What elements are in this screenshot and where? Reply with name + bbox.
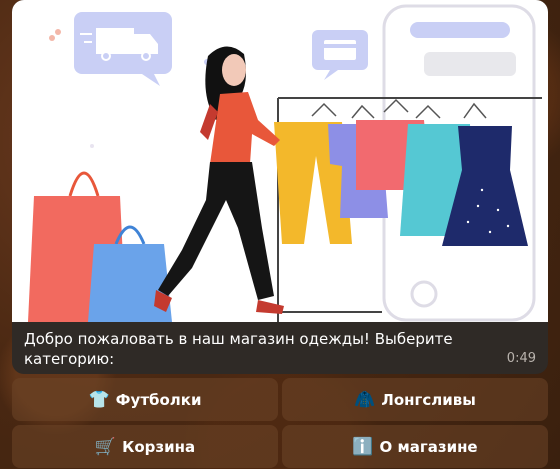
tshirt-icon: 👕 (88, 389, 110, 410)
message-bubble: Добро пожаловать в наш магазин одежды! В… (12, 0, 548, 374)
cart-button[interactable]: 🛒 Корзина (12, 425, 278, 468)
message-timestamp: 0:49 (506, 351, 536, 366)
longsleeves-button[interactable]: 🧥 Лонгсливы (282, 378, 548, 421)
woman-shopper (154, 46, 284, 314)
about-store-button-label: О магазине (379, 437, 478, 456)
coat-icon: 🧥 (354, 389, 376, 410)
delivery-truck-icon (74, 12, 172, 86)
longsleeves-button-label: Лонгсливы (381, 390, 476, 409)
tshirts-button-label: Футболки (115, 390, 202, 409)
message-text: Добро пожаловать в наш магазин одежды! В… (24, 330, 453, 368)
cart-button-label: Корзина (122, 437, 196, 456)
info-icon: ℹ️ (352, 436, 374, 457)
tshirts-button[interactable]: 👕 Футболки (12, 378, 278, 421)
shopping-cart-icon: 🛒 (94, 436, 117, 457)
credit-card-icon (312, 30, 368, 80)
shopping-bags (28, 171, 172, 322)
message-photo[interactable] (12, 0, 548, 322)
about-store-button[interactable]: ℹ️ О магазине (282, 425, 548, 468)
